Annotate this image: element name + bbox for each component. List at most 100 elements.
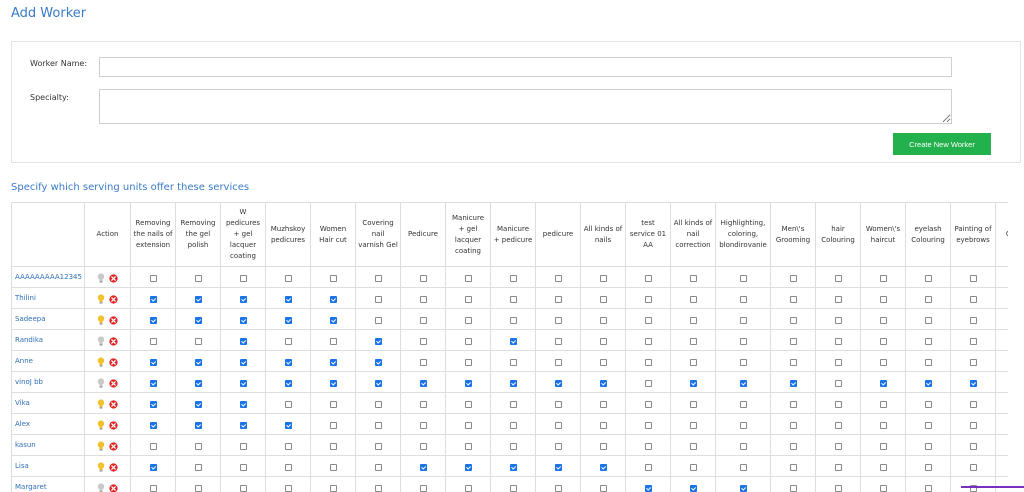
service-checkbox[interactable]	[465, 464, 472, 471]
service-checkbox[interactable]	[880, 464, 887, 471]
service-checkbox[interactable]	[420, 275, 427, 282]
service-checkbox[interactable]	[645, 359, 652, 366]
worker-name-link[interactable]: AAAAAAAAA12345	[12, 267, 85, 288]
service-checkbox[interactable]	[555, 422, 562, 429]
service-checkbox[interactable]	[555, 380, 562, 387]
service-checkbox[interactable]	[195, 359, 202, 366]
service-checkbox[interactable]	[925, 359, 932, 366]
service-checkbox[interactable]	[835, 338, 842, 345]
service-checkbox[interactable]	[375, 296, 382, 303]
service-checkbox[interactable]	[555, 275, 562, 282]
service-checkbox[interactable]	[880, 422, 887, 429]
delete-icon[interactable]	[109, 457, 118, 476]
delete-icon[interactable]	[109, 394, 118, 413]
service-checkbox[interactable]	[375, 401, 382, 408]
service-checkbox[interactable]	[195, 317, 202, 324]
service-checkbox[interactable]	[555, 317, 562, 324]
service-checkbox[interactable]	[330, 338, 337, 345]
service-checkbox[interactable]	[420, 296, 427, 303]
service-checkbox[interactable]	[285, 380, 292, 387]
service-checkbox[interactable]	[600, 464, 607, 471]
service-checkbox[interactable]	[195, 275, 202, 282]
service-checkbox[interactable]	[330, 359, 337, 366]
service-checkbox[interactable]	[835, 485, 842, 492]
service-checkbox[interactable]	[740, 401, 747, 408]
service-checkbox[interactable]	[970, 296, 977, 303]
delete-icon[interactable]	[109, 415, 118, 434]
service-checkbox[interactable]	[645, 317, 652, 324]
lightbulb-icon[interactable]	[97, 394, 105, 413]
service-checkbox[interactable]	[880, 485, 887, 492]
service-checkbox[interactable]	[375, 380, 382, 387]
service-checkbox[interactable]	[510, 380, 517, 387]
service-checkbox[interactable]	[790, 275, 797, 282]
service-checkbox[interactable]	[600, 443, 607, 450]
create-worker-button[interactable]: Create New Worker	[893, 133, 991, 155]
service-checkbox[interactable]	[835, 296, 842, 303]
service-checkbox[interactable]	[285, 464, 292, 471]
service-checkbox[interactable]	[790, 338, 797, 345]
service-checkbox[interactable]	[150, 359, 157, 366]
service-checkbox[interactable]	[285, 422, 292, 429]
worker-name-link[interactable]: Sadeepa	[12, 309, 85, 330]
worker-name-input[interactable]	[99, 57, 952, 77]
service-checkbox[interactable]	[195, 380, 202, 387]
service-checkbox[interactable]	[150, 380, 157, 387]
lightbulb-icon[interactable]	[97, 478, 105, 492]
service-checkbox[interactable]	[690, 380, 697, 387]
service-checkbox[interactable]	[330, 422, 337, 429]
lightbulb-icon[interactable]	[97, 268, 105, 287]
worker-name-link[interactable]: kasun	[12, 435, 85, 456]
service-checkbox[interactable]	[835, 422, 842, 429]
service-checkbox[interactable]	[970, 401, 977, 408]
service-checkbox[interactable]	[375, 317, 382, 324]
service-checkbox[interactable]	[330, 317, 337, 324]
service-checkbox[interactable]	[420, 443, 427, 450]
delete-icon[interactable]	[109, 436, 118, 455]
service-checkbox[interactable]	[690, 422, 697, 429]
service-checkbox[interactable]	[420, 317, 427, 324]
service-checkbox[interactable]	[645, 485, 652, 492]
service-checkbox[interactable]	[925, 275, 932, 282]
service-checkbox[interactable]	[510, 317, 517, 324]
service-checkbox[interactable]	[790, 380, 797, 387]
service-checkbox[interactable]	[465, 401, 472, 408]
service-checkbox[interactable]	[970, 380, 977, 387]
service-checkbox[interactable]	[790, 359, 797, 366]
service-checkbox[interactable]	[555, 296, 562, 303]
service-checkbox[interactable]	[835, 275, 842, 282]
service-checkbox[interactable]	[465, 485, 472, 492]
worker-name-link[interactable]: Margaret	[12, 477, 85, 492]
service-checkbox[interactable]	[195, 401, 202, 408]
service-checkbox[interactable]	[690, 338, 697, 345]
service-checkbox[interactable]	[510, 296, 517, 303]
service-checkbox[interactable]	[510, 464, 517, 471]
service-checkbox[interactable]	[420, 464, 427, 471]
service-checkbox[interactable]	[645, 338, 652, 345]
service-checkbox[interactable]	[835, 317, 842, 324]
service-checkbox[interactable]	[240, 296, 247, 303]
service-checkbox[interactable]	[690, 296, 697, 303]
service-checkbox[interactable]	[195, 485, 202, 492]
service-checkbox[interactable]	[645, 275, 652, 282]
service-checkbox[interactable]	[555, 464, 562, 471]
service-checkbox[interactable]	[555, 359, 562, 366]
service-checkbox[interactable]	[925, 380, 932, 387]
service-checkbox[interactable]	[835, 401, 842, 408]
service-checkbox[interactable]	[330, 296, 337, 303]
service-checkbox[interactable]	[740, 464, 747, 471]
service-checkbox[interactable]	[600, 296, 607, 303]
service-checkbox[interactable]	[420, 401, 427, 408]
delete-icon[interactable]	[109, 352, 118, 371]
service-checkbox[interactable]	[330, 443, 337, 450]
service-checkbox[interactable]	[740, 317, 747, 324]
worker-name-link[interactable]: Anne	[12, 351, 85, 372]
delete-icon[interactable]	[109, 331, 118, 350]
service-checkbox[interactable]	[790, 443, 797, 450]
service-checkbox[interactable]	[925, 317, 932, 324]
service-checkbox[interactable]	[240, 275, 247, 282]
service-checkbox[interactable]	[835, 359, 842, 366]
service-checkbox[interactable]	[510, 338, 517, 345]
service-checkbox[interactable]	[555, 443, 562, 450]
service-checkbox[interactable]	[240, 359, 247, 366]
